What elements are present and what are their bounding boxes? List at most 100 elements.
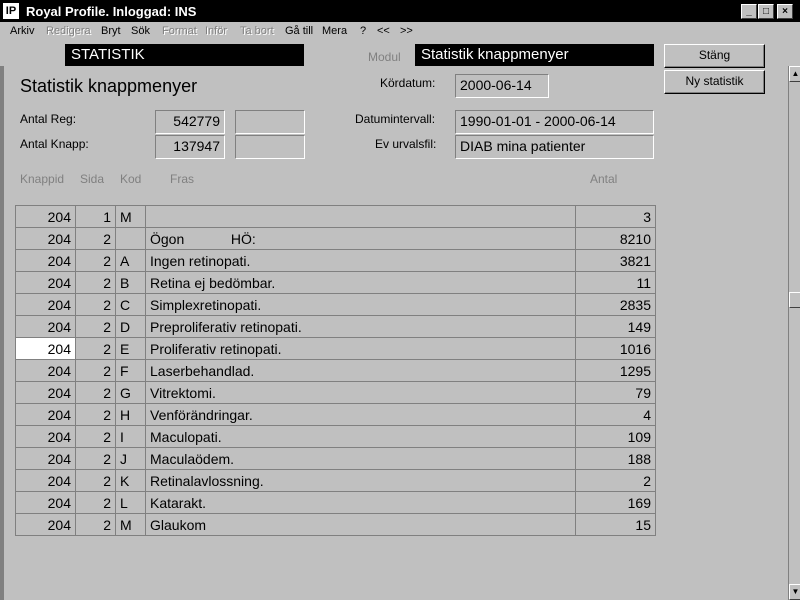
table-row[interactable]: 204 2 E Proliferativ retinopati. 1016 <box>15 337 656 360</box>
cell-sida[interactable]: 2 <box>75 469 116 492</box>
scroll-up-icon[interactable]: ▲ <box>789 66 800 82</box>
cell-kod[interactable]: E <box>115 337 146 360</box>
cell-knappid[interactable]: 204 <box>15 381 76 404</box>
table-row[interactable]: 204 2 H Venförändringar. 4 <box>15 403 656 426</box>
table-row[interactable]: 204 2 G Vitrektomi. 79 <box>15 381 656 404</box>
antal-knapp-extra-field[interactable] <box>235 135 305 159</box>
table-row[interactable]: 204 2 C Simplexretinopati. 2835 <box>15 293 656 316</box>
table-row[interactable]: 204 2 M Glaukom 15 <box>15 513 656 536</box>
cell-fras[interactable]: Preproliferativ retinopati. <box>145 315 576 338</box>
datumintervall-field[interactable]: 1990-01-01 - 2000-06-14 <box>455 110 654 134</box>
cell-fras[interactable]: Proliferativ retinopati. <box>145 337 576 360</box>
cell-sida[interactable]: 2 <box>75 359 116 382</box>
cell-sida[interactable]: 2 <box>75 447 116 470</box>
menu-item-0[interactable]: Arkiv <box>10 25 34 37</box>
menu-item-7[interactable]: Gå till <box>285 25 313 37</box>
table-row[interactable]: 204 2 K Retinalavlossning. 2 <box>15 469 656 492</box>
cell-sida[interactable]: 2 <box>75 381 116 404</box>
menu-item-9[interactable]: ? <box>360 25 366 37</box>
menu-item-11[interactable]: >> <box>400 25 413 37</box>
cell-kod[interactable]: M <box>115 513 146 536</box>
cell-sida[interactable]: 2 <box>75 403 116 426</box>
cell-kod[interactable] <box>115 227 146 250</box>
table-row[interactable]: 204 2 Ögon HÖ: 8210 <box>15 227 656 250</box>
menu-item-6[interactable]: Ta bort <box>240 25 274 37</box>
menu-item-4[interactable]: Format <box>162 25 197 37</box>
cell-antal[interactable]: 11 <box>575 271 656 294</box>
cell-knappid[interactable]: 204 <box>15 513 76 536</box>
minimize-icon[interactable]: _ <box>741 4 757 19</box>
cell-fras[interactable]: Katarakt. <box>145 491 576 514</box>
cell-sida[interactable]: 1 <box>75 205 116 228</box>
urvalsfil-field[interactable]: DIAB mina patienter <box>455 135 654 159</box>
antal-reg-field[interactable]: 542779 <box>155 110 225 134</box>
cell-sida[interactable]: 2 <box>75 315 116 338</box>
cell-fras[interactable]: Retinalavlossning. <box>145 469 576 492</box>
menu-item-5[interactable]: Inför <box>205 25 227 37</box>
menu-item-2[interactable]: Bryt <box>101 25 121 37</box>
scroll-thumb[interactable] <box>789 292 800 308</box>
cell-antal[interactable]: 1295 <box>575 359 656 382</box>
cell-kod[interactable]: I <box>115 425 146 448</box>
cell-fras[interactable]: Simplexretinopati. <box>145 293 576 316</box>
cell-fras[interactable] <box>145 205 576 228</box>
antal-reg-extra-field[interactable] <box>235 110 305 134</box>
cell-fras[interactable]: Retina ej bedömbar. <box>145 271 576 294</box>
cell-fras[interactable]: Venförändringar. <box>145 403 576 426</box>
cell-knappid[interactable]: 204 <box>15 249 76 272</box>
menu-item-3[interactable]: Sök <box>131 25 150 37</box>
cell-sida[interactable]: 2 <box>75 491 116 514</box>
menu-item-8[interactable]: Mera <box>322 25 347 37</box>
cell-fras[interactable]: Glaukom <box>145 513 576 536</box>
cell-kod[interactable]: F <box>115 359 146 382</box>
cell-knappid[interactable]: 204 <box>15 491 76 514</box>
cell-antal[interactable]: 3 <box>575 205 656 228</box>
cell-knappid[interactable]: 204 <box>15 337 76 360</box>
table-row[interactable]: 204 2 D Preproliferativ retinopati. 149 <box>15 315 656 338</box>
cell-fras[interactable]: Laserbehandlad. <box>145 359 576 382</box>
cell-sida[interactable]: 2 <box>75 249 116 272</box>
cell-kod[interactable]: A <box>115 249 146 272</box>
cell-knappid[interactable]: 204 <box>15 469 76 492</box>
cell-antal[interactable]: 188 <box>575 447 656 470</box>
maximize-icon[interactable]: □ <box>758 4 774 19</box>
cell-antal[interactable]: 2 <box>575 469 656 492</box>
table-row[interactable]: 204 2 F Laserbehandlad. 1295 <box>15 359 656 382</box>
table-row[interactable]: 204 2 I Maculopati. 109 <box>15 425 656 448</box>
cell-fras[interactable]: Maculaödem. <box>145 447 576 470</box>
cell-kod[interactable]: D <box>115 315 146 338</box>
cell-sida[interactable]: 2 <box>75 271 116 294</box>
cell-kod[interactable]: B <box>115 271 146 294</box>
cell-fras[interactable]: Ingen retinopati. <box>145 249 576 272</box>
cell-antal[interactable]: 2835 <box>575 293 656 316</box>
cell-knappid[interactable]: 204 <box>15 447 76 470</box>
cell-kod[interactable]: C <box>115 293 146 316</box>
cell-knappid[interactable]: 204 <box>15 425 76 448</box>
cell-fras[interactable]: Ögon HÖ: <box>145 227 576 250</box>
cell-knappid[interactable]: 204 <box>15 403 76 426</box>
close-icon[interactable]: × <box>777 4 793 19</box>
cell-antal[interactable]: 169 <box>575 491 656 514</box>
table-row[interactable]: 204 1 M 3 <box>15 205 656 228</box>
cell-sida[interactable]: 2 <box>75 337 116 360</box>
cell-antal[interactable]: 79 <box>575 381 656 404</box>
cell-knappid[interactable]: 204 <box>15 315 76 338</box>
cell-sida[interactable]: 2 <box>75 227 116 250</box>
cell-kod[interactable]: J <box>115 447 146 470</box>
cell-sida[interactable]: 2 <box>75 513 116 536</box>
cell-kod[interactable]: G <box>115 381 146 404</box>
table-row[interactable]: 204 2 J Maculaödem. 188 <box>15 447 656 470</box>
menu-item-1[interactable]: Redigera <box>46 25 91 37</box>
cell-antal[interactable]: 109 <box>575 425 656 448</box>
cell-antal[interactable]: 15 <box>575 513 656 536</box>
cell-antal[interactable]: 3821 <box>575 249 656 272</box>
cell-sida[interactable]: 2 <box>75 425 116 448</box>
cell-knappid[interactable]: 204 <box>15 227 76 250</box>
cell-antal[interactable]: 4 <box>575 403 656 426</box>
cell-knappid[interactable]: 204 <box>15 293 76 316</box>
close-button[interactable]: Stäng <box>664 44 765 68</box>
cell-kod[interactable]: H <box>115 403 146 426</box>
table-row[interactable]: 204 2 L Katarakt. 169 <box>15 491 656 514</box>
cell-fras[interactable]: Vitrektomi. <box>145 381 576 404</box>
vertical-scrollbar[interactable]: ▲ ▼ <box>788 66 800 600</box>
